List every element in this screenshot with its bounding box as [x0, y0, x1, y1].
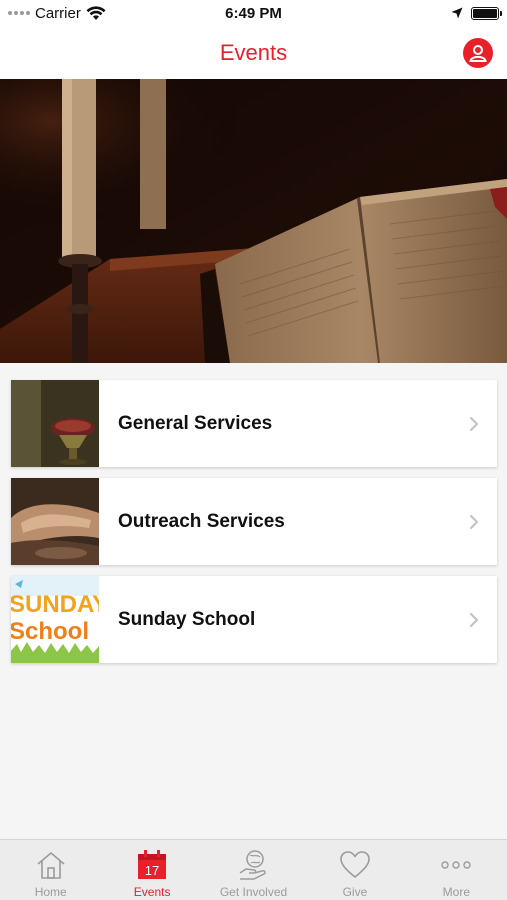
event-label: Outreach Services: [118, 510, 285, 532]
tab-label: Home: [34, 885, 67, 899]
hand-globe-icon: [239, 850, 266, 880]
person-icon: [469, 45, 487, 62]
chevron-right-icon: [469, 514, 479, 530]
house-icon: [37, 852, 65, 879]
calendar-icon: 17: [138, 850, 167, 879]
page-title: Events: [219, 39, 288, 65]
signal-icon: [8, 11, 30, 15]
hero-image: [0, 79, 507, 363]
chevron-right-icon: [469, 612, 479, 628]
tab-bar: Home 17 Events Get Involved Give More: [0, 839, 507, 900]
sunday-school-logo-line1: SUNDAY: [11, 591, 99, 618]
status-bar: Carrier 6:49 PM: [0, 0, 507, 26]
tab-home[interactable]: Home: [0, 840, 101, 900]
battery-icon: [471, 6, 502, 20]
sunday-school-thumbnail: SUNDAY School: [11, 576, 99, 663]
heart-icon: [340, 851, 370, 878]
event-list: General Services Outreach Services SUNDA…: [11, 380, 497, 674]
event-label: Sunday School: [118, 608, 256, 630]
nav-bar: Events: [0, 26, 507, 79]
event-row-general-services[interactable]: General Services: [11, 380, 497, 467]
wifi-icon: [86, 5, 106, 20]
tab-events[interactable]: 17 Events: [101, 840, 202, 900]
status-right: [451, 6, 502, 20]
tab-get-involved[interactable]: Get Involved: [203, 840, 304, 900]
tab-label: Events: [133, 885, 171, 899]
more-dots-icon: [441, 861, 472, 869]
profile-button[interactable]: [463, 38, 493, 68]
tab-more[interactable]: More: [406, 840, 507, 900]
carrier-label: Carrier: [35, 4, 81, 22]
location-arrow-icon: [451, 7, 463, 19]
event-label: General Services: [118, 412, 273, 434]
sunday-school-logo-line2: School: [11, 618, 89, 645]
tab-label: Get Involved: [219, 885, 288, 899]
status-left: Carrier: [8, 5, 106, 22]
outreach-services-thumbnail: [11, 478, 99, 565]
calendar-day: 17: [145, 863, 159, 878]
tab-label: Give: [342, 885, 368, 899]
tab-give[interactable]: Give: [304, 840, 405, 900]
event-row-sunday-school[interactable]: SUNDAY School Sunday School: [11, 576, 497, 663]
tab-label: More: [442, 885, 470, 899]
chevron-right-icon: [469, 416, 479, 432]
general-services-thumbnail: [11, 380, 99, 467]
event-row-outreach-services[interactable]: Outreach Services: [11, 478, 497, 565]
